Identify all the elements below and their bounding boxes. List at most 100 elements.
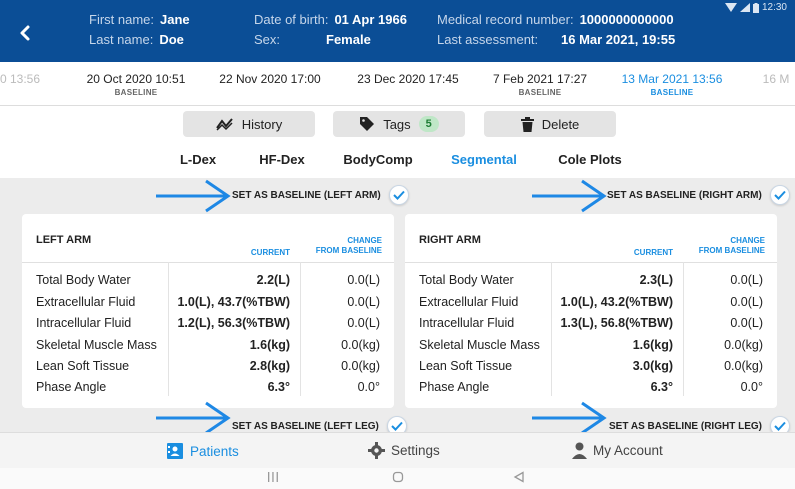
tab-hf-dex[interactable]: HF-Dex [259, 152, 305, 167]
patient-dob-block: Date of birth: 01 Apr 1966 Sex: Female [254, 10, 407, 50]
delete-label: Delete [541, 116, 580, 132]
set-baseline-left-leg-button[interactable]: SET AS BASELINE (LEFT LEG) [232, 413, 407, 432]
tags-count-badge: 5 [418, 116, 439, 132]
table-row: Intracellular Fluid 1.3(L), 56.8(%TBW) 0… [419, 316, 763, 330]
set-baseline-left-leg-label: SET AS BASELINE (LEFT LEG) [232, 420, 379, 432]
gear-icon [368, 442, 385, 459]
set-baseline-right-leg-label: SET AS BASELINE (RIGHT LEG) [609, 420, 762, 432]
bottom-navigation: Patients Settings My Account [0, 432, 795, 468]
checkmark-icon [769, 185, 790, 205]
home-icon[interactable] [392, 471, 404, 483]
table-row: Lean Soft Tissue 3.0(kg) 0.0(kg) [419, 359, 763, 373]
pointer-arrow-icon [156, 401, 231, 432]
back-triangle-icon[interactable] [513, 471, 525, 483]
dob-label: Date of birth: [254, 12, 329, 27]
sex-label: Sex: [254, 32, 281, 47]
history-chart-icon [215, 118, 233, 131]
table-row: Total Body Water 2.3(L) 0.0(L) [419, 273, 763, 287]
table-row: Skeletal Muscle Mass 1.6(kg) 0.0(kg) [419, 338, 763, 352]
current-header: CURRENT [250, 248, 290, 257]
nav-patients-label: Patients [190, 443, 239, 459]
baseline-tag: BASELINE [518, 88, 562, 97]
checkmark-icon [769, 416, 790, 432]
right-arm-card: RIGHT ARM CURRENT CHANGE FROM BASELINE T… [405, 214, 777, 408]
nav-my-account[interactable]: My Account [572, 442, 663, 459]
segmental-content[interactable]: SET AS BASELINE (LEFT ARM) SET AS BASELI… [0, 178, 795, 432]
back-arrow-icon[interactable] [14, 22, 36, 44]
history-label: History [241, 116, 283, 132]
set-baseline-right-leg-button[interactable]: SET AS BASELINE (RIGHT LEG) [609, 413, 790, 432]
timeline-item[interactable]: 0 13:56 [0, 72, 40, 86]
baseline-tag: BASELINE [650, 88, 694, 97]
change-header: CHANGE FROM BASELINE [315, 236, 382, 255]
set-baseline-left-arm-label: SET AS BASELINE (LEFT ARM) [232, 189, 381, 201]
action-bar: History Tags 5 Delete L-Dex HF-Dex BodyC… [0, 106, 795, 178]
table-row: Extracellular Fluid 1.0(L), 43.7(%TBW) 0… [36, 295, 380, 309]
last-assessment-label: Last assessment: [437, 32, 539, 47]
last-name-value: Doe [159, 32, 184, 47]
nav-settings[interactable]: Settings [368, 442, 440, 459]
table-row: Phase Angle 6.3° 0.0° [419, 380, 763, 394]
tab-bodycomp[interactable]: BodyComp [343, 152, 412, 167]
nav-patients[interactable]: Patients [166, 442, 239, 460]
first-name-value: Jane [160, 12, 190, 27]
tags-button[interactable]: Tags 5 [333, 111, 465, 137]
divider [405, 262, 777, 263]
pointer-arrow-icon [532, 179, 607, 213]
dob-value: 01 Apr 1966 [334, 12, 407, 27]
recent-apps-icon[interactable] [267, 471, 279, 483]
set-baseline-right-arm-button[interactable]: SET AS BASELINE (RIGHT ARM) [607, 182, 790, 208]
table-row: Lean Soft Tissue 2.8(kg) 0.0(kg) [36, 359, 380, 373]
assessment-timeline[interactable]: 0 13:56 20 Oct 2020 10:51 BASELINE 22 No… [0, 62, 795, 106]
tab-cole-plots[interactable]: Cole Plots [558, 152, 622, 167]
tab-segmental[interactable]: Segmental [451, 152, 517, 167]
mrn-value: 1000000000000 [579, 12, 674, 27]
table-row: Phase Angle 6.3° 0.0° [36, 380, 380, 394]
status-bar: 12:30 [724, 2, 787, 13]
set-baseline-right-arm-label: SET AS BASELINE (RIGHT ARM) [607, 189, 762, 201]
patient-record-block: Medical record number: 1000000000000 Last… [437, 10, 675, 50]
history-button[interactable]: History [183, 111, 315, 137]
system-navigation-bar [0, 468, 795, 489]
divider [22, 262, 394, 263]
card-title: RIGHT ARM [419, 234, 481, 246]
checkmark-icon [386, 416, 407, 432]
timeline-item[interactable]: 20 Oct 2020 10:51 BASELINE [87, 72, 186, 97]
nav-settings-label: Settings [391, 443, 440, 458]
timeline-item-selected[interactable]: 13 Mar 2021 13:56 BASELINE [622, 72, 723, 97]
battery-icon [752, 2, 759, 13]
wifi-icon [724, 3, 737, 12]
person-icon [572, 442, 587, 459]
first-name-label: First name: [89, 12, 155, 27]
timeline-item[interactable]: 16 M [763, 72, 790, 86]
current-header: CURRENT [633, 248, 673, 257]
trash-icon [520, 116, 534, 132]
tags-label: Tags [383, 116, 411, 132]
mrn-label: Medical record number: [437, 12, 574, 27]
change-header: CHANGE FROM BASELINE [698, 236, 765, 255]
status-time: 12:30 [761, 2, 787, 13]
table-row: Intracellular Fluid 1.2(L), 56.3(%TBW) 0… [36, 316, 380, 330]
signal-icon [739, 3, 750, 12]
delete-button[interactable]: Delete [484, 111, 616, 137]
card-title: LEFT ARM [36, 234, 92, 246]
timeline-item[interactable]: 23 Dec 2020 17:45 [357, 72, 458, 86]
nav-my-account-label: My Account [593, 443, 663, 458]
patient-header: First name: Jane Last name: Doe Date of bi… [0, 0, 795, 62]
pointer-arrow-icon [532, 401, 607, 432]
table-row: Extracellular Fluid 1.0(L), 43.2(%TBW) 0… [419, 295, 763, 309]
tab-l-dex[interactable]: L-Dex [180, 152, 216, 167]
timeline-item[interactable]: 7 Feb 2021 17:27 BASELINE [493, 72, 587, 97]
set-baseline-left-arm-button[interactable]: SET AS BASELINE (LEFT ARM) [232, 182, 409, 208]
last-name-label: Last name: [89, 32, 154, 47]
table-row: Skeletal Muscle Mass 1.6(kg) 0.0(kg) [36, 338, 380, 352]
patient-name-block: First name: Jane Last name: Doe [89, 10, 190, 50]
timeline-item[interactable]: 22 Nov 2020 17:00 [219, 72, 320, 86]
tag-icon [360, 117, 375, 131]
pointer-arrow-icon [156, 179, 231, 213]
patients-icon [167, 443, 183, 459]
checkmark-icon [388, 185, 409, 205]
last-assessment-value: 16 Mar 2021, 19:55 [561, 32, 676, 47]
baseline-tag: BASELINE [114, 88, 158, 97]
left-arm-card: LEFT ARM CURRENT CHANGE FROM BASELINE To… [22, 214, 394, 408]
